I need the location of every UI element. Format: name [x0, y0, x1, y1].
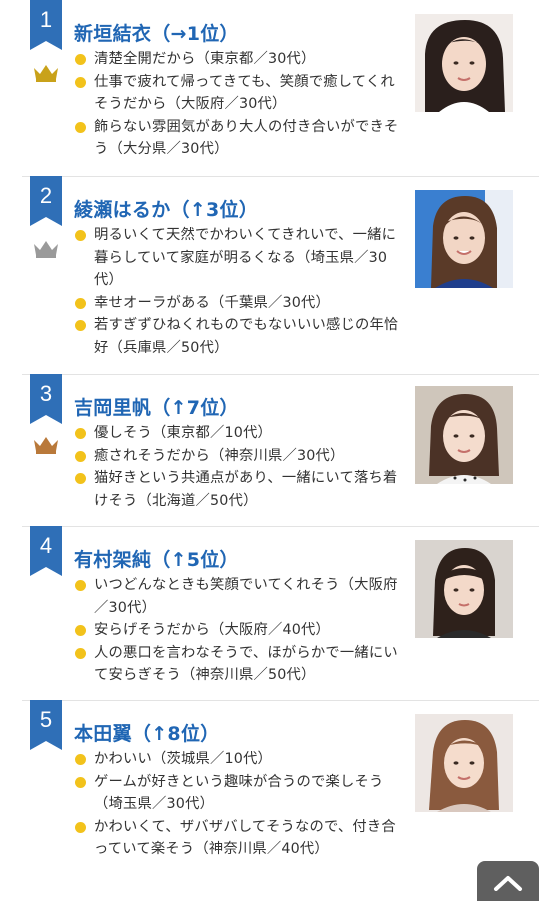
reason-list: かわいい（茨城県／10代） ゲームが好きという趣味が合うので楽しそう（埼玉県／3… — [74, 748, 404, 861]
portrait-photo-1 — [415, 14, 513, 112]
reason-item: 猫好きという共通点があり、一緒にいて落ち着けそう（北海道／50代） — [74, 467, 404, 512]
entry-divider — [22, 374, 539, 375]
scroll-to-top-button[interactable] — [477, 861, 539, 901]
entry-divider — [22, 176, 539, 177]
portrait-photo-5 — [415, 714, 513, 812]
bullet-dot-icon — [75, 647, 86, 659]
rank-badge: 3 — [30, 374, 62, 424]
chevron-up-icon — [494, 876, 522, 891]
reason-item: かわいい（茨城県／10代） — [74, 748, 404, 771]
rank-badge: 5 — [30, 700, 62, 750]
reason-item: 人の悪口を言わなそうで、ほがらかで一緒にいて安らぎそう（神奈川県／50代） — [74, 642, 404, 687]
bullet-dot-icon — [75, 297, 86, 309]
reason-item: 安らげそうだから（大阪府／40代） — [74, 619, 404, 642]
bullet-dot-icon — [75, 54, 86, 65]
person-name[interactable]: 吉岡里帆（↑7位） — [74, 396, 239, 420]
rank-badge: 4 — [30, 526, 62, 576]
reason-item: 明るいくて天然でかわいくてきれいで、一緒に暮らしていて家庭が明るくなる（埼玉県／… — [74, 224, 404, 292]
bullet-dot-icon — [75, 428, 86, 439]
entry-divider — [22, 526, 539, 527]
reason-item: 若すぎずひねくれものでもないいい感じの年恰好（兵庫県／50代） — [74, 314, 404, 359]
bullet-dot-icon — [75, 320, 86, 331]
bullet-dot-icon — [75, 776, 86, 788]
person-name[interactable]: 綾瀬はるか（↑3位） — [74, 198, 258, 222]
reason-item: 優しそう（東京都／10代） — [74, 422, 404, 445]
person-name[interactable]: 本田翼（↑8位） — [74, 722, 220, 746]
reason-item: ゲームが好きという趣味が合うので楽しそう（埼玉県／30代） — [74, 771, 404, 816]
reason-item: 清楚全開だから（東京都／30代） — [74, 48, 404, 71]
reason-item: いつどんなときも笑顔でいてくれそう（大阪府／30代） — [74, 574, 404, 619]
reason-item: 癒されそうだから（神奈川県／30代） — [74, 445, 404, 468]
rank-badge: 1 — [30, 0, 62, 50]
bullet-dot-icon — [75, 473, 86, 484]
reason-list: 清楚全開だから（東京都／30代） 仕事で疲れて帰ってきても、笑顔で癒してくれそう… — [74, 48, 404, 161]
bullet-dot-icon — [75, 754, 86, 765]
reason-item: 仕事で疲れて帰ってきても、笑顔で癒してくれそうだから（大阪府／30代） — [74, 71, 404, 116]
bullet-dot-icon — [75, 450, 86, 462]
bullet-dot-icon — [75, 121, 86, 133]
bullet-dot-icon — [75, 580, 86, 591]
person-name[interactable]: 新垣結衣（→1位） — [74, 22, 239, 46]
portrait-photo-4 — [415, 540, 513, 638]
reason-list: 明るいくて天然でかわいくてきれいで、一緒に暮らしていて家庭が明るくなる（埼玉県／… — [74, 224, 404, 359]
bullet-dot-icon — [75, 230, 86, 241]
bullet-dot-icon — [75, 821, 86, 833]
gold-crown-icon — [34, 65, 58, 82]
bullet-dot-icon — [75, 76, 86, 88]
portrait-photo-2 — [415, 190, 513, 288]
reason-item: 飾らない雰囲気があり大人の付き合いができそう（大分県／30代） — [74, 116, 404, 161]
portrait-photo-3 — [415, 386, 513, 484]
entry-divider — [22, 700, 539, 701]
silver-crown-icon — [34, 241, 58, 258]
person-name[interactable]: 有村架純（↑5位） — [74, 548, 239, 572]
rank-badge: 2 — [30, 176, 62, 226]
reason-list: 優しそう（東京都／10代） 癒されそうだから（神奈川県／30代） 猫好きという共… — [74, 422, 404, 512]
reason-item: かわいくて、ザバザバしてそうなので、付き合っていて楽そう（神奈川県／40代） — [74, 816, 404, 861]
bronze-crown-icon — [34, 437, 58, 454]
reason-list: いつどんなときも笑顔でいてくれそう（大阪府／30代） 安らげそうだから（大阪府／… — [74, 574, 404, 687]
reason-item: 幸せオーラがある（千葉県／30代） — [74, 292, 404, 315]
bullet-dot-icon — [75, 625, 86, 636]
